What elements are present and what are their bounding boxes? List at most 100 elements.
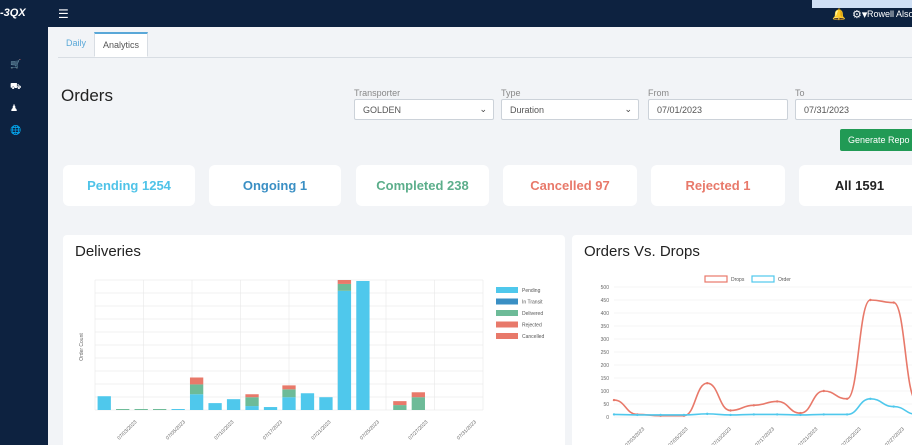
status-card-rejected[interactable]: Rejected 1 <box>651 165 785 206</box>
bar-segment <box>153 409 167 410</box>
bar-segment <box>245 406 259 410</box>
status-card-completed[interactable]: Completed 238 <box>356 165 489 206</box>
bar-segment <box>245 394 259 398</box>
y-tick-label: 50 <box>603 402 609 408</box>
series-line <box>613 299 912 417</box>
top-bar-highlight <box>812 0 912 8</box>
legend-swatch <box>496 321 518 328</box>
bar-segment <box>393 405 407 410</box>
bar-segment <box>134 409 148 410</box>
cart-icon[interactable]: 🛒 <box>10 58 21 70</box>
globe-icon[interactable]: 🌐 <box>10 124 21 136</box>
status-card-label: Completed 238 <box>376 178 469 193</box>
bar-segment <box>208 403 222 410</box>
y-tick-label: 350 <box>601 324 610 330</box>
to-date-input[interactable]: 07/31/2023 <box>795 99 912 120</box>
y-tick-label: 200 <box>601 363 610 369</box>
type-select[interactable]: Duration ⌄ <box>501 99 639 120</box>
x-tick-label: 07/21/2023 <box>797 426 819 445</box>
x-tick-label: 07/25/2023 <box>841 426 863 445</box>
data-point <box>729 413 732 417</box>
tab-daily[interactable]: Daily <box>58 32 94 57</box>
generate-report-button[interactable]: Generate Repo <box>840 129 912 151</box>
status-card-cancelled[interactable]: Cancelled 97 <box>503 165 637 206</box>
users-icon[interactable]: ♟ <box>10 102 18 114</box>
y-axis-label: Order Count <box>79 333 85 361</box>
sidebar <box>0 27 48 445</box>
status-card-label: Ongoing 1 <box>242 178 308 193</box>
orders-drops-panel: Orders Vs. Drops 0 50 100 150 200 250 300 350 40… <box>572 235 912 445</box>
hamburger-icon[interactable]: ☰ <box>58 7 69 21</box>
x-tick-label: 07/17/2023 <box>754 426 776 445</box>
legend-swatch <box>704 275 728 283</box>
data-point <box>775 413 779 416</box>
transporter-value: GOLDEN <box>363 105 402 115</box>
top-bar <box>0 0 912 27</box>
data-point <box>775 400 779 403</box>
gear-icon[interactable]: ⚙▾ <box>852 8 867 21</box>
transporter-label: Transporter <box>354 88 401 98</box>
data-point <box>892 301 895 304</box>
status-card-ongoing[interactable]: Ongoing 1 <box>209 165 341 206</box>
from-date-input[interactable]: 07/01/2023 <box>648 99 788 120</box>
data-point <box>752 413 756 416</box>
bar-segment <box>282 389 296 398</box>
x-tick-label: 07/17/2023 <box>262 419 284 441</box>
bar-segment <box>411 397 425 410</box>
bar-segment <box>337 290 352 410</box>
bar-segment <box>319 397 333 410</box>
tab-divider <box>58 57 912 58</box>
bar-segment <box>189 394 204 410</box>
legend-label: Pending <box>522 288 541 294</box>
status-card-all[interactable]: All 1591 <box>799 165 912 206</box>
status-card-label: All 1591 <box>834 178 885 193</box>
y-tick-label: 400 <box>601 311 610 317</box>
data-point <box>799 413 802 417</box>
data-point <box>845 413 849 416</box>
bar-segment <box>337 283 352 291</box>
transporter-select[interactable]: GOLDEN ⌄ <box>354 99 494 120</box>
chevron-down-icon: ⌄ <box>624 104 632 114</box>
legend-label: Order <box>778 277 791 283</box>
tab-analytics[interactable]: Analytics <box>94 32 149 57</box>
x-tick-label: 07/03/2023 <box>116 419 138 441</box>
to-date-value: 07/31/2023 <box>804 105 850 115</box>
data-point <box>682 413 686 417</box>
legend-label: Cancelled <box>522 334 544 340</box>
bar-segment <box>171 409 185 410</box>
data-point <box>612 398 616 402</box>
data-point <box>612 413 616 416</box>
bar-segment <box>300 393 315 410</box>
orders-drops-chart: 0 50 100 150 200 250 300 350 400 450 500 Drops Order… <box>601 275 912 445</box>
y-tick-label: 150 <box>601 376 610 382</box>
legend-label: Drops <box>731 277 745 283</box>
x-tick-label: 07/27/2023 <box>884 426 906 445</box>
user-name[interactable]: Rowell Also <box>867 9 912 19</box>
legend-label: In Transit <box>522 300 543 306</box>
y-tick-label: 450 <box>601 298 610 304</box>
bar-segment <box>282 385 296 390</box>
bar-segment <box>282 397 296 410</box>
data-point <box>869 298 872 302</box>
data-point <box>659 413 662 417</box>
app-logo[interactable]: -3QX <box>0 7 26 19</box>
y-tick-label: 0 <box>606 415 609 421</box>
legend-swatch <box>496 333 518 339</box>
bell-icon[interactable]: 🔔 <box>832 8 846 21</box>
legend-swatch <box>496 287 518 293</box>
x-tick-label: 07/10/2023 <box>213 419 235 441</box>
legend-swatch <box>496 310 518 316</box>
x-tick-label: 07/31/2023 <box>456 419 478 441</box>
truck-icon[interactable]: ⛟ <box>10 80 21 92</box>
x-tick-label: 07/05/2023 <box>667 426 689 445</box>
status-card-pending[interactable]: Pending 1254 <box>63 165 195 206</box>
type-value: Duration <box>510 105 545 115</box>
bar-segment <box>226 399 241 410</box>
series-line <box>613 397 912 416</box>
y-tick-label: 250 <box>601 350 610 356</box>
from-label: From <box>648 88 669 98</box>
bar-segment <box>411 392 425 398</box>
type-label: Type <box>501 88 521 98</box>
status-card-label: Cancelled 97 <box>530 178 610 193</box>
bar-segment <box>97 396 111 410</box>
